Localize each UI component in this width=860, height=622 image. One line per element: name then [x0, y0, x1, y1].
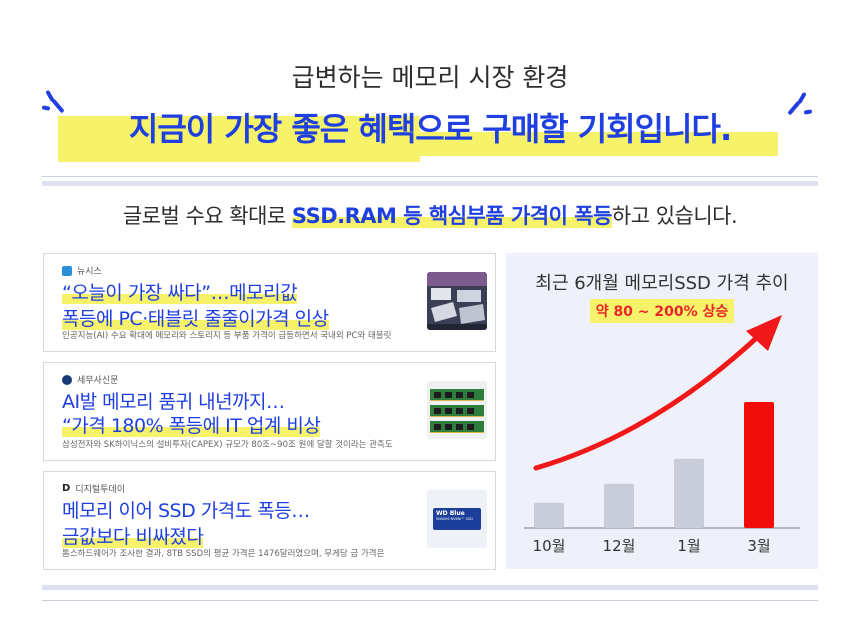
news-card[interactable]: 세무사신문 AI발 메모리 품귀 내년까지… “가격 180% 폭등에 IT 업… — [43, 362, 496, 461]
news-title: 폭등에 PC·태블릿 줄줄이가격 인상 — [62, 308, 329, 330]
chart-bar — [604, 483, 634, 528]
news-summary: 인공지능(AI) 수요 확대에 메모리와 스토리지 등 부품 가격이 급등하면서… — [62, 331, 392, 341]
chart-tick-label: 10월 — [533, 537, 566, 555]
tax-news-logo-icon — [62, 374, 72, 385]
divider — [42, 585, 818, 590]
news-source: D 디지털투데이 — [62, 483, 125, 495]
ssd-brand: WD Blue — [436, 510, 465, 517]
headline: 지금이 가장 좋은 혜택으로 구매할 기회입니다. — [128, 110, 732, 148]
news-title: 금값보다 비싸졌다 — [62, 526, 204, 548]
divider — [42, 600, 818, 601]
news-summary: 삼성전자와 SK하이닉스의 설비투자(CAPEX) 규모가 80조~90조 원에… — [62, 440, 393, 450]
chart-tick-label: 1월 — [677, 537, 700, 555]
chart-bar — [534, 502, 564, 528]
digital-today-logo-icon: D — [62, 483, 71, 494]
chart-plot: 10월 12월 1월 3월 — [524, 315, 800, 555]
chart-bar — [674, 458, 704, 528]
news-title: “오늘이 가장 싸다”…메모리값 — [62, 282, 298, 304]
chart-tick-label: 3월 — [747, 537, 770, 555]
chart-tick-label: 12월 — [603, 537, 636, 555]
section-subtitle: 급변하는 메모리 시장 환경 — [291, 63, 569, 92]
news-title: “가격 180% 폭등에 IT 업계 비상 — [62, 415, 321, 437]
news-title: AI발 메모리 품귀 내년까지… — [62, 391, 285, 413]
news-source: 뉴시스 — [62, 264, 102, 277]
news-card[interactable]: 뉴시스 “오늘이 가장 싸다”…메모리값 폭등에 PC·태블릿 줄줄이가격 인상… — [43, 253, 496, 352]
divider — [42, 176, 818, 177]
description-highlight: SSD.RAM 등 핵심부품 가격이 폭등 — [291, 204, 612, 228]
market-description: 글로벌 수요 확대로 SSD.RAM 등 핵심부품 가격이 폭등하고 있습니다. — [122, 204, 738, 228]
divider — [42, 181, 818, 186]
ssd-model: SN5000 NVMe™ SSD — [436, 517, 473, 521]
newsis-logo-icon — [62, 265, 72, 276]
trend-arrow — [533, 328, 767, 471]
ssd-thumbnail: WD Blue SN5000 NVMe™ SSD — [427, 490, 487, 548]
ram-module-thumbnail — [427, 381, 487, 439]
news-summary: 톰스하드웨어가 조사한 결과, 8TB SSD의 평균 가격은 1476달러였으… — [62, 549, 385, 559]
laptop-store-thumbnail — [427, 272, 487, 330]
chart-bar — [744, 402, 774, 528]
price-trend-chart: 최근 6개월 메모리SSD 가격 추이 약 80 ~ 200% 상승 10월 12… — [506, 253, 818, 569]
news-card[interactable]: D 디지털투데이 메모리 이어 SSD 가격도 폭등… 금값보다 비싸졌다 톰스… — [43, 471, 496, 570]
news-source: 세무사신문 — [62, 373, 118, 386]
news-title: 메모리 이어 SSD 가격도 폭등… — [62, 500, 310, 522]
